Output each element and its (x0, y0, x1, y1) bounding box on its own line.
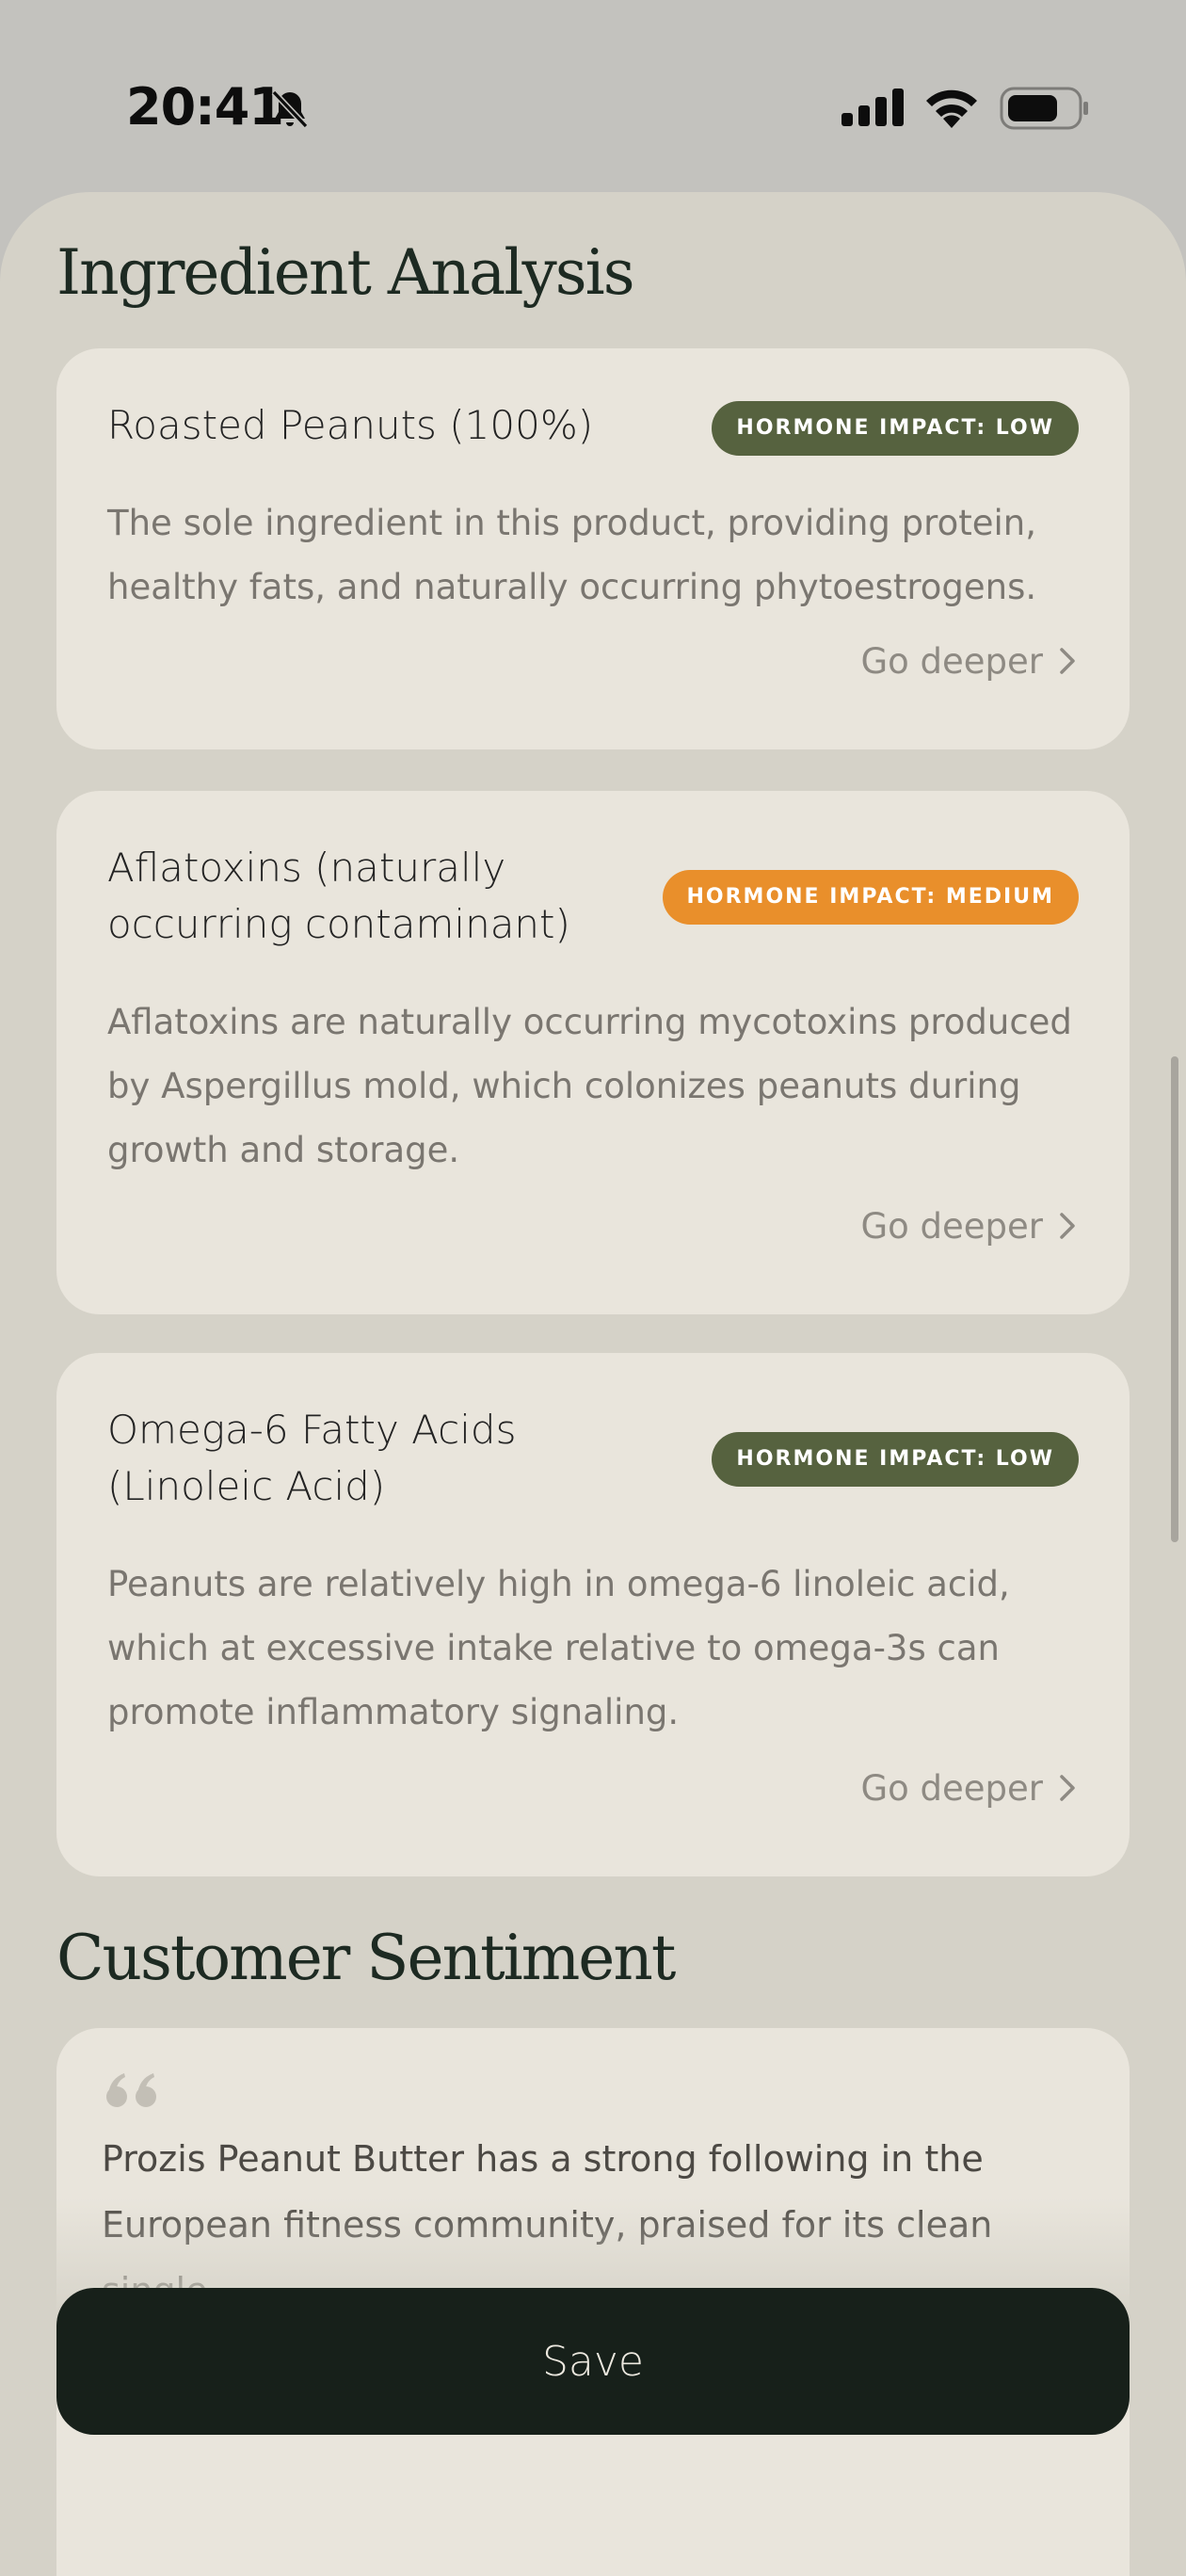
go-deeper-link[interactable]: Go deeper (860, 633, 1079, 689)
chevron-right-icon (1060, 648, 1075, 674)
ingredient-card: Aflatoxins (naturally occurring contamin… (56, 791, 1130, 1314)
ingredient-card: Omega-6 Fatty Acids (Linoleic Acid) HORM… (56, 1353, 1130, 1876)
ingredient-name: Aflatoxins (naturally occurring contamin… (107, 845, 570, 947)
ingredient-name: Roasted Peanuts (100%) (107, 402, 594, 448)
ingredient-name: Omega-6 Fatty Acids (Linoleic Acid) (107, 1407, 517, 1509)
scrollbar[interactable] (1171, 1056, 1178, 1542)
ingredient-description: Aflatoxins are naturally occurring mycot… (107, 1002, 1072, 1170)
go-deeper-link[interactable]: Go deeper (860, 1760, 1079, 1816)
cellular-signal-icon (841, 89, 904, 126)
hormone-impact-badge: HORMONE IMPACT: MEDIUM (662, 870, 1079, 925)
status-bar: 20:41 (0, 0, 1186, 188)
save-button[interactable]: Save (56, 2288, 1130, 2435)
status-time: 20:41 (126, 77, 284, 137)
wifi-icon (926, 89, 977, 128)
chevron-right-icon (1060, 1775, 1075, 1801)
customer-sentiment-title: Customer Sentiment (56, 1922, 676, 1994)
go-deeper-label: Go deeper (860, 1205, 1043, 1247)
quote-icon (106, 2073, 156, 2107)
hormone-impact-badge: HORMONE IMPACT: LOW (712, 1432, 1079, 1487)
go-deeper-label: Go deeper (860, 1767, 1043, 1809)
battery-icon (1000, 87, 1088, 130)
ingredient-analysis-title: Ingredient Analysis (56, 236, 635, 309)
hormone-impact-badge: HORMONE IMPACT: LOW (712, 401, 1079, 456)
chevron-right-icon (1060, 1213, 1075, 1239)
go-deeper-label: Go deeper (860, 640, 1043, 682)
ingredient-card: Roasted Peanuts (100%) HORMONE IMPACT: L… (56, 348, 1130, 749)
product-detail-sheet: Ingredient Analysis Roasted Peanuts (100… (0, 192, 1186, 2576)
go-deeper-link[interactable]: Go deeper (860, 1198, 1079, 1254)
ingredient-description: Peanuts are relatively high in omega-6 l… (107, 1564, 1010, 1732)
ingredient-description: The sole ingredient in this product, pro… (107, 503, 1037, 607)
bell-slash-icon (271, 89, 309, 129)
